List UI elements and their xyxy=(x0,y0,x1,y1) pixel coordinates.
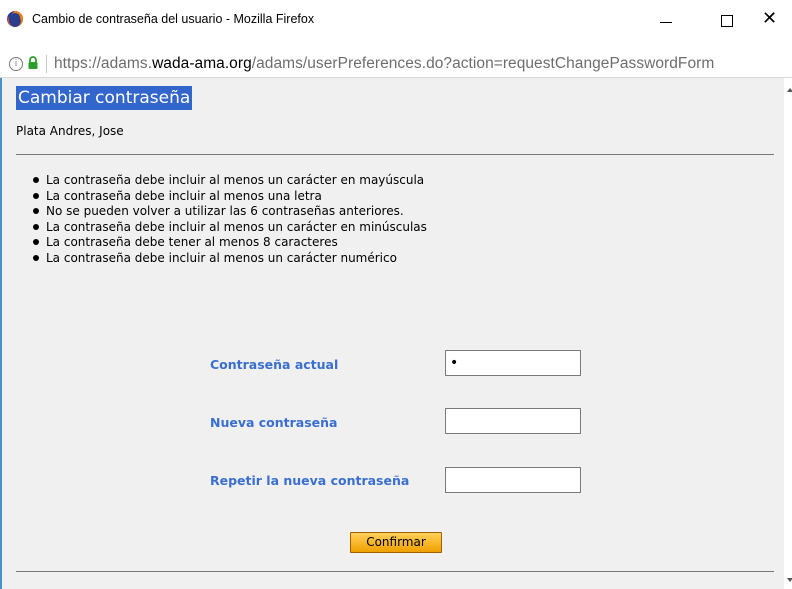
password-rules-list: La contraseña debe incluir al menos un c… xyxy=(33,173,427,267)
window-titlebar: Cambio de contraseña del usuario - Mozil… xyxy=(0,0,792,51)
new-password-input[interactable] xyxy=(445,408,581,434)
repeat-password-label: Repetir la nueva contraseña xyxy=(210,473,410,488)
rule-item: La contraseña debe tener al menos 8 cara… xyxy=(33,235,427,251)
rule-item: La contraseña debe incluir al menos una … xyxy=(33,189,427,205)
minimize-button[interactable] xyxy=(643,6,689,34)
close-icon: ✕ xyxy=(762,8,778,29)
current-password-label: Contraseña actual xyxy=(210,357,339,372)
address-bar[interactable]: i https://adams.wada-ama.org/adams/userP… xyxy=(0,51,792,78)
scroll-up-icon[interactable] xyxy=(787,88,792,92)
address-separator xyxy=(46,55,47,73)
confirm-button[interactable]: Confirmar xyxy=(350,532,442,553)
scroll-down-icon[interactable] xyxy=(787,578,792,582)
minimize-icon xyxy=(660,22,672,23)
rule-item: La contraseña debe incluir al menos un c… xyxy=(33,251,427,267)
rule-item: La contraseña debe incluir al menos un c… xyxy=(33,173,427,189)
divider-top xyxy=(16,154,774,155)
rule-item: No se pueden volver a utilizar las 6 con… xyxy=(33,204,427,220)
url-prefix: https://adams. xyxy=(54,55,153,72)
new-password-label: Nueva contraseña xyxy=(210,415,338,430)
firefox-icon xyxy=(7,11,23,27)
page-title: Cambiar contraseña xyxy=(16,86,193,110)
scroll-thumb[interactable] xyxy=(788,96,791,576)
url-text[interactable]: https://adams.wada-ama.org/adams/userPre… xyxy=(54,55,714,73)
maximize-icon xyxy=(721,15,733,27)
maximize-button[interactable] xyxy=(704,6,750,34)
url-domain: wada-ama.org xyxy=(152,55,252,72)
url-suffix: /adams/userPreferences.do?action=request… xyxy=(251,55,715,72)
rule-item: La contraseña debe incluir al menos un c… xyxy=(33,219,427,234)
repeat-password-input[interactable] xyxy=(445,467,581,493)
current-password-input[interactable]: • xyxy=(445,350,581,376)
info-icon[interactable]: i xyxy=(9,57,23,71)
user-name: Plata Andres, Jose xyxy=(16,124,124,138)
page-content: Cambiar contraseña Plata Andres, Jose La… xyxy=(0,78,786,589)
divider-bottom xyxy=(16,571,774,572)
window-title: Cambio de contraseña del usuario - Mozil… xyxy=(32,12,315,26)
lock-icon[interactable] xyxy=(27,55,39,71)
close-button[interactable]: ✕ xyxy=(748,6,792,34)
